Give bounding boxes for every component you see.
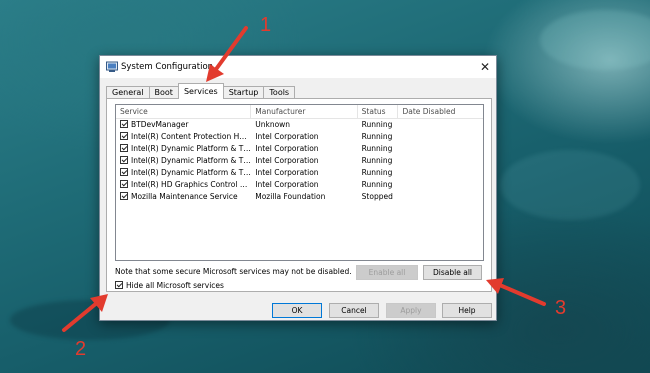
close-button[interactable]: ✕: [474, 56, 496, 78]
service-checkbox[interactable]: [120, 192, 128, 200]
title-bar[interactable]: System Configuration ✕: [100, 56, 496, 78]
service-manufacturer: Intel Corporation: [255, 168, 319, 177]
service-checkbox[interactable]: [120, 168, 128, 176]
column-header-service[interactable]: Service: [116, 105, 252, 118]
service-status: Running: [361, 144, 393, 153]
service-checkbox[interactable]: [120, 144, 128, 152]
service-checkbox[interactable]: [120, 132, 128, 140]
service-status: Running: [361, 120, 393, 129]
cancel-button[interactable]: Cancel: [329, 303, 379, 318]
services-list-header: Service Manufacturer Status Date Disable…: [116, 105, 483, 119]
disable-all-button[interactable]: Disable all: [423, 265, 482, 280]
service-status: Running: [361, 168, 393, 177]
table-row[interactable]: Intel(R) Dynamic Platform & The... Intel…: [116, 143, 483, 155]
apply-button[interactable]: Apply: [386, 303, 436, 318]
service-manufacturer: Intel Corporation: [255, 144, 319, 153]
service-checkbox[interactable]: [120, 120, 128, 128]
arrow-annotation-1: [206, 26, 248, 82]
tab-services[interactable]: Services: [177, 83, 224, 99]
annotation-number-3: 3: [555, 297, 567, 319]
arrow-annotation-2: [62, 294, 108, 332]
service-status: Running: [361, 132, 393, 141]
service-manufacturer: Mozilla Foundation: [255, 192, 326, 201]
service-status: Running: [361, 180, 393, 189]
annotation-number-1: 1: [260, 14, 272, 36]
column-header-manufacturer[interactable]: Manufacturer: [251, 105, 358, 118]
wallpaper-highlight: [500, 150, 640, 220]
service-name: Intel(R) Content Protection HEC...: [131, 132, 252, 141]
service-name: BTDevManager: [131, 120, 189, 129]
hide-microsoft-services-option[interactable]: Hide all Microsoft services: [115, 281, 224, 290]
table-row[interactable]: Intel(R) Dynamic Platform & The... Intel…: [116, 167, 483, 179]
services-panel: Service Manufacturer Status Date Disable…: [106, 98, 492, 292]
service-manufacturer: Intel Corporation: [255, 132, 319, 141]
service-status: Running: [361, 156, 393, 165]
system-configuration-icon: [106, 61, 118, 72]
service-checkbox[interactable]: [120, 156, 128, 164]
service-name: Intel(R) Dynamic Platform & The...: [131, 156, 252, 165]
column-header-status[interactable]: Status: [358, 105, 399, 118]
services-list[interactable]: Service Manufacturer Status Date Disable…: [115, 104, 484, 261]
table-row[interactable]: Intel(R) HD Graphics Control Pa... Intel…: [116, 179, 483, 191]
service-checkbox[interactable]: [120, 180, 128, 188]
arrow-annotation-3: [486, 278, 546, 306]
service-name: Mozilla Maintenance Service: [131, 192, 238, 201]
enable-all-button[interactable]: Enable all: [356, 265, 418, 280]
table-row[interactable]: Intel(R) Dynamic Platform & The... Intel…: [116, 155, 483, 167]
service-status: Stopped: [361, 192, 393, 201]
hide-microsoft-services-label: Hide all Microsoft services: [126, 281, 224, 290]
table-row[interactable]: Intel(R) Content Protection HEC... Intel…: [116, 131, 483, 143]
service-name: Intel(R) Dynamic Platform & The...: [131, 144, 252, 153]
wallpaper-highlight: [540, 10, 650, 70]
service-manufacturer: Intel Corporation: [255, 180, 319, 189]
table-row[interactable]: BTDevManager Unknown Running: [116, 119, 483, 131]
service-name: Intel(R) Dynamic Platform & The...: [131, 168, 252, 177]
service-name: Intel(R) HD Graphics Control Pa...: [131, 180, 252, 189]
close-icon: ✕: [479, 60, 491, 74]
system-configuration-dialog: System Configuration ✕ General Boot Serv…: [99, 55, 497, 321]
annotation-number-2: 2: [75, 338, 87, 360]
service-manufacturer: Unknown: [255, 120, 291, 129]
secure-services-note: Note that some secure Microsoft services…: [115, 267, 352, 276]
service-manufacturer: Intel Corporation: [255, 156, 319, 165]
table-row[interactable]: Mozilla Maintenance Service Mozilla Foun…: [116, 191, 483, 203]
ok-button[interactable]: OK: [272, 303, 322, 318]
column-header-date-disabled[interactable]: Date Disabled: [398, 105, 483, 118]
